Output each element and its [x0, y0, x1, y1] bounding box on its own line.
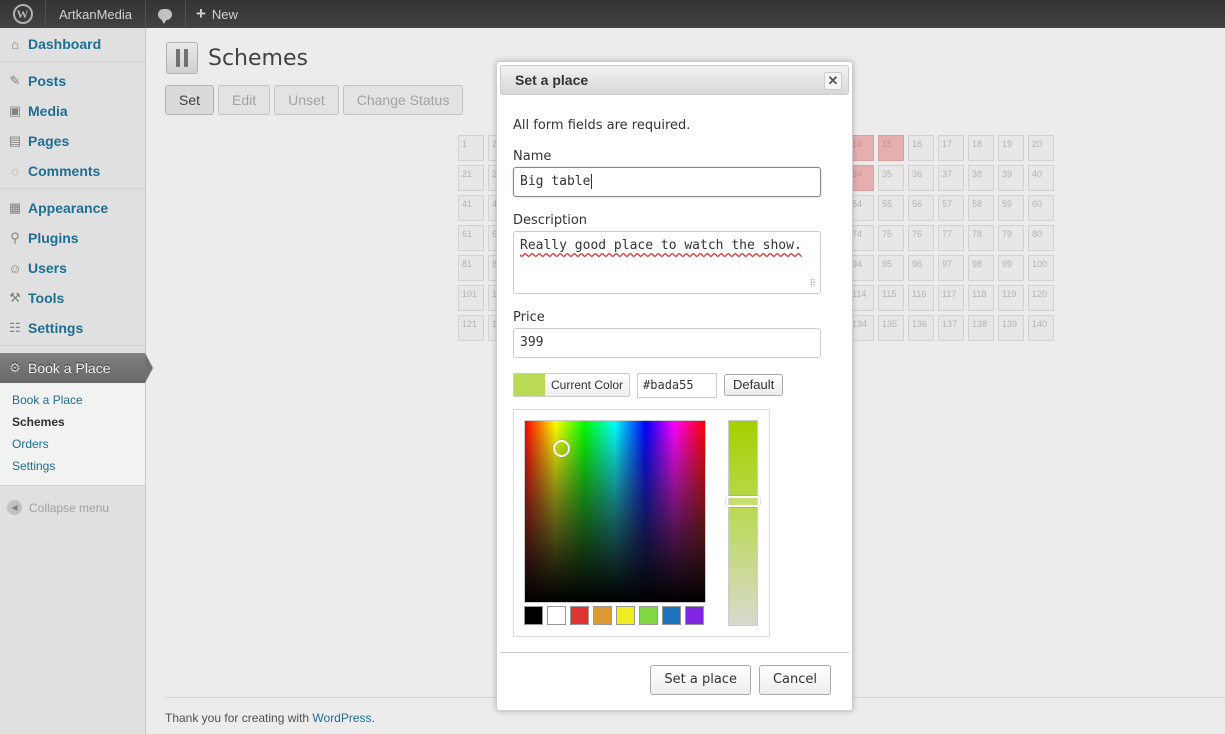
lightness-strip[interactable] [728, 420, 758, 626]
saturation-square[interactable] [524, 420, 706, 603]
current-color-swatch [514, 374, 545, 396]
set-place-dialog: Set a place ✕ All form fields are requir… [496, 61, 853, 711]
description-value: Really good place to watch the show. [520, 238, 802, 253]
color-row: Current Color #bada55 Default [513, 372, 823, 398]
resize-grip-icon[interactable]: ⠿ [809, 279, 816, 289]
palette-swatch[interactable] [639, 606, 658, 625]
palette-swatch[interactable] [616, 606, 635, 625]
current-color-label: Current Color [545, 374, 630, 396]
close-icon[interactable]: ✕ [824, 72, 842, 90]
name-value: Big table [520, 174, 591, 189]
palette-swatch[interactable] [570, 606, 589, 625]
palette-swatch[interactable] [524, 606, 543, 625]
color-palette [524, 606, 704, 625]
description-label: Description [513, 213, 588, 228]
palette-swatch[interactable] [547, 606, 566, 625]
palette-swatch[interactable] [662, 606, 681, 625]
cancel-button[interactable]: Cancel [758, 665, 831, 695]
default-color-button[interactable]: Default [724, 374, 784, 396]
palette-swatch[interactable] [685, 606, 704, 625]
price-label: Price [513, 310, 545, 325]
dialog-body: All form fields are required. Name Big t… [513, 102, 823, 637]
palette-swatch[interactable] [593, 606, 612, 625]
dialog-divider [500, 652, 849, 653]
price-field[interactable]: 399 [513, 328, 821, 358]
form-intro: All form fields are required. [513, 118, 691, 133]
dialog-titlebar: Set a place ✕ [500, 65, 849, 95]
current-color-button[interactable]: Current Color [513, 373, 631, 397]
color-picker [513, 409, 770, 637]
name-label: Name [513, 149, 552, 164]
dialog-buttons: Set a place Cancel [650, 665, 831, 695]
hex-color-input[interactable]: #bada55 [637, 372, 718, 398]
name-field[interactable]: Big table [513, 167, 821, 197]
color-picker-handle[interactable] [553, 440, 570, 457]
price-value: 399 [520, 335, 544, 350]
lightness-slider-handle[interactable] [726, 496, 760, 507]
description-field[interactable]: Really good place to watch the show. ⠿ [513, 231, 821, 294]
dialog-title: Set a place [515, 72, 589, 88]
set-place-button[interactable]: Set a place [650, 665, 751, 695]
